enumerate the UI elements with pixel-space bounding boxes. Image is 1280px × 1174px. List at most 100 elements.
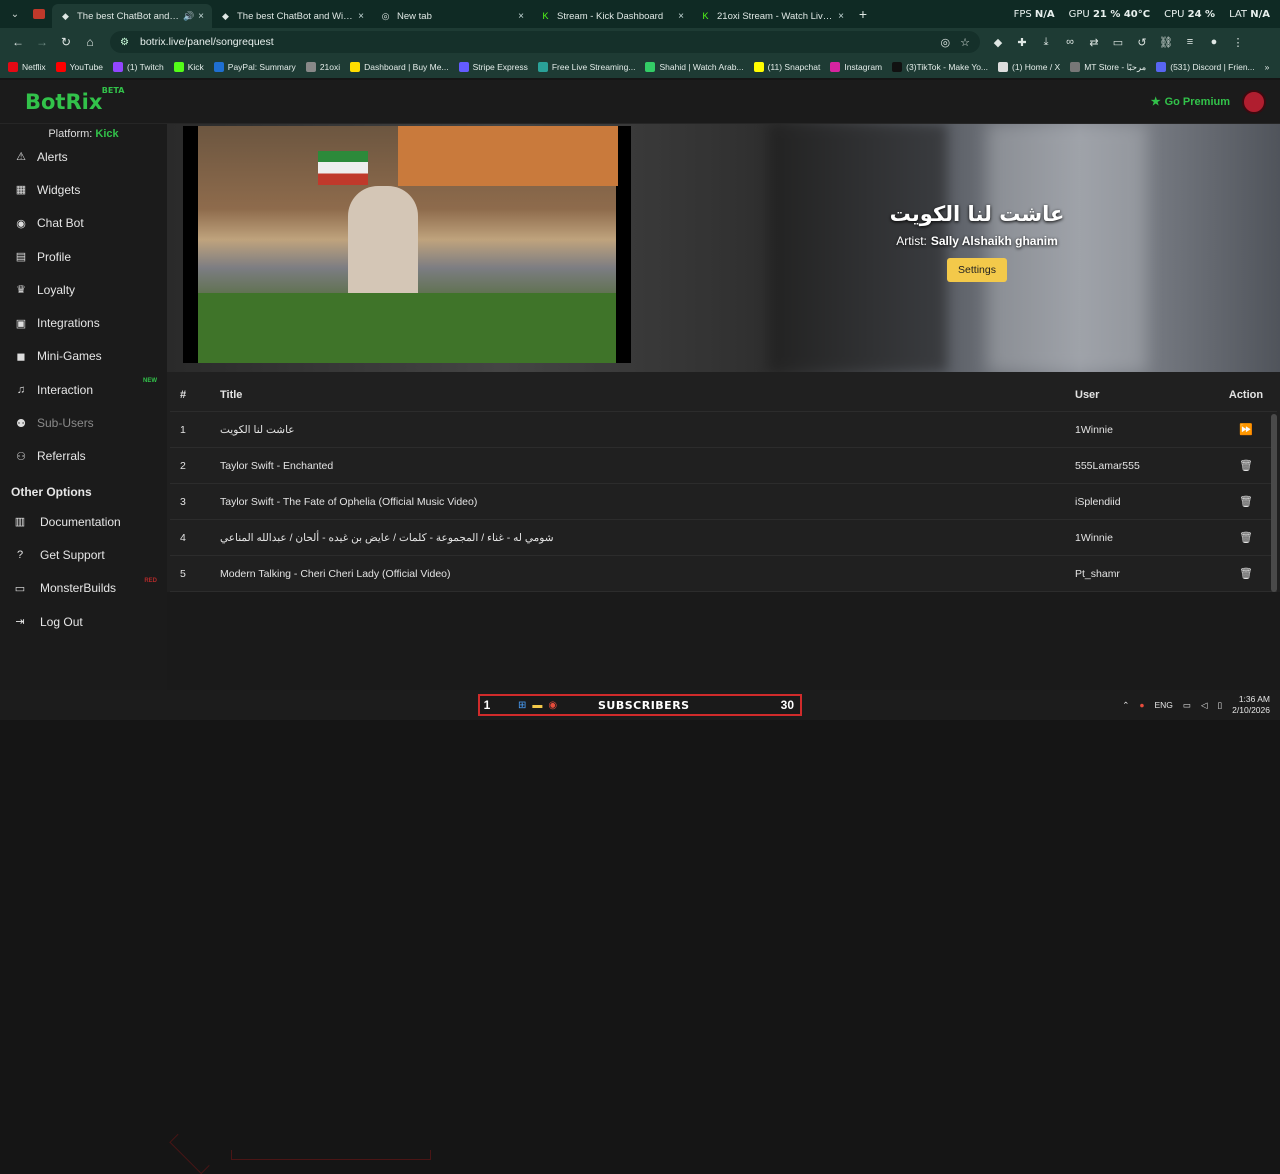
trash-icon[interactable]: 🗑 (1239, 460, 1253, 472)
bookmark-item[interactable]: Kick (173, 62, 204, 73)
tab-1[interactable]: ◆ The best ChatBot and Widg 🔊 × (52, 4, 212, 28)
sidebar-item-mini-games[interactable]: ◼ Mini-Games (0, 340, 167, 373)
video-frame (198, 126, 618, 363)
new-tab-button[interactable]: + (852, 6, 874, 22)
bookmark-item[interactable]: (1) Twitch (113, 62, 164, 73)
trash-icon[interactable]: 🗑 (1239, 496, 1253, 508)
close-tab-icon[interactable]: × (838, 11, 844, 22)
link-icon[interactable]: ∞ (1062, 36, 1078, 49)
queue-scrollbar[interactable] (1271, 414, 1277, 592)
network-icon[interactable]: ▭ (1183, 700, 1191, 711)
bookmark-item[interactable]: YouTube (55, 62, 103, 73)
row-number: 1 (180, 423, 186, 436)
sidebar-item-label: Mini-Games (37, 349, 102, 364)
extension-icon[interactable]: ◆ (990, 36, 1006, 49)
audio-playing-icon[interactable]: 🔊 (183, 11, 194, 22)
sidebar-item-widgets[interactable]: ▦ Widgets (0, 173, 167, 206)
windows-start-icon[interactable]: ⊞ (518, 700, 526, 711)
clock-time: 1:36 AM (1238, 694, 1270, 704)
trash-icon[interactable]: 🗑 (1239, 532, 1253, 544)
bookmark-item[interactable]: (11) Snapchat (753, 62, 820, 73)
bookmark-item[interactable]: (3)TikTok - Make Yo... (892, 62, 988, 73)
music-icon: ♫ (16, 383, 26, 396)
bookmark-item[interactable]: Netflix (8, 62, 46, 73)
browser-toolbar: ← → ↻ ⌂ ⚙ botrix.live/panel/songrequest … (0, 28, 1280, 56)
eye-off-icon[interactable]: ◎ (941, 36, 951, 49)
close-tab-icon[interactable]: × (358, 11, 364, 22)
microphone-icon[interactable]: ● (1139, 700, 1144, 710)
tab-list: ◆ The best ChatBot and Widg 🔊 × ◆ The best Ch… (52, 0, 852, 28)
bookmark-item[interactable]: (1) Home / X (998, 62, 1060, 73)
sidebar-item-chat-bot[interactable]: ◉ Chat Bot (0, 207, 167, 240)
tab-2[interactable]: ◆ The best ChatBot and Widgets × (212, 4, 372, 28)
close-tab-icon[interactable]: × (518, 11, 524, 22)
reading-list-icon[interactable]: ≡ (1182, 36, 1198, 49)
profile-icon[interactable]: ● (1206, 36, 1222, 49)
monitor-icon: ▭ (14, 582, 26, 595)
sidebar-option-documentation[interactable]: ▥ Documentation (0, 505, 167, 538)
close-tab-icon[interactable]: × (678, 11, 684, 22)
chrome-icon[interactable]: ◉ (548, 700, 557, 711)
chain-icon[interactable]: ⛓ (1158, 36, 1174, 49)
sidebar-option-monsterbuilds[interactable]: ▭ MonsterBuilds RED (0, 572, 167, 605)
bookmark-item[interactable]: Stripe Express (458, 62, 528, 73)
bookmark-item[interactable]: 21oxi (305, 62, 340, 73)
sidebar-item-integrations[interactable]: ▣ Integrations (0, 306, 167, 339)
bookmark-item[interactable]: PayPal: Summary (213, 62, 296, 73)
bookmark-label: Free Live Streaming... (551, 62, 636, 72)
trash-icon[interactable]: 🗑 (1239, 568, 1253, 580)
now-playing-banner: عاشت لنا الكويت Artist: Sally Alshaikh gh… (167, 124, 1280, 372)
go-premium-button[interactable]: ★ Go Premium (1151, 95, 1230, 109)
volume-icon[interactable]: ◁ (1201, 700, 1208, 711)
download-icon[interactable]: ⤓ (1038, 36, 1054, 49)
tab-4[interactable]: K Stream - Kick Dashboard × (532, 4, 692, 28)
sidebar-option-log-out[interactable]: ⇥ Log Out (0, 605, 167, 638)
bookmark-icon (753, 62, 764, 72)
close-tab-icon[interactable]: × (198, 11, 204, 22)
file-explorer-icon[interactable]: ▬ (532, 700, 542, 711)
sidebar-item-referrals[interactable]: ⚇ Referrals (0, 440, 167, 473)
address-bar[interactable]: ⚙ botrix.live/panel/songrequest ◎ ☆ (110, 31, 980, 53)
bookmark-item[interactable]: Free Live Streaming... (537, 62, 636, 73)
bookmark-item[interactable]: Dashboard | Buy Me... (350, 62, 449, 73)
sidebar-item-alerts[interactable]: ⚠ Alerts (0, 140, 167, 173)
settings-button[interactable]: Settings (947, 258, 1007, 282)
bookmark-item[interactable]: Shahid | Watch Arab... (645, 62, 744, 73)
language-indicator[interactable]: ENG (1154, 700, 1172, 710)
sidebar-nav: ⚠ Alerts ▦ Widgets ◉ Chat Bot ▤ Profile ♛ Loyalty… (0, 140, 167, 473)
site-info-icon[interactable]: ⚙ (120, 37, 134, 48)
bookmark-list: Netflix YouTube (1) Twitch Kick PayPal: Summ… (8, 62, 1265, 73)
video-player[interactable] (183, 126, 631, 363)
skip-forward-icon[interactable]: ⏩ (1239, 424, 1253, 436)
bookmarks-overflow-icon[interactable]: » (1265, 62, 1270, 72)
battery-icon[interactable]: ▯ (1217, 700, 1222, 711)
translate-icon[interactable]: ⇄ (1086, 36, 1102, 49)
row-number: 5 (180, 567, 186, 580)
sidebar-item-interaction[interactable]: ♫ Interaction NEW (0, 373, 167, 406)
tab-search-icon[interactable]: ⌄ (4, 3, 26, 25)
tray-overflow-icon[interactable]: ⌃ (1122, 700, 1129, 711)
pinned-tab[interactable] (26, 3, 52, 25)
puzzle-icon[interactable]: ✚ (1014, 36, 1030, 49)
bookmark-item[interactable]: MT Store - مرحبًا (1070, 62, 1146, 73)
menu-icon[interactable]: ⋮ (1230, 36, 1246, 49)
bookmark-item[interactable]: (531) Discord | Frien... (1156, 62, 1255, 73)
back-button[interactable]: ← (6, 30, 30, 54)
home-button[interactable]: ⌂ (78, 30, 102, 54)
sidebar-item-sub-users[interactable]: ⚉ Sub-Users (0, 406, 167, 439)
forward-button[interactable]: → (30, 30, 54, 54)
id-card-icon: ▤ (15, 251, 27, 264)
tab-5[interactable]: K 21oxi Stream - Watch Live on K × (692, 4, 852, 28)
botrix-logo[interactable]: BotRix BETA (25, 86, 124, 114)
clock[interactable]: 1:36 AM 2/10/2026 (1232, 694, 1270, 716)
history-icon[interactable]: ↺ (1134, 36, 1150, 49)
bookmark-star-icon[interactable]: ☆ (960, 36, 970, 49)
sidebar-option-get-support[interactable]: ? Get Support (0, 538, 167, 571)
sidebar-item-profile[interactable]: ▤ Profile (0, 240, 167, 273)
tab-3[interactable]: ◎ New tab × (372, 4, 532, 28)
avatar[interactable] (1242, 89, 1266, 114)
wallet-icon[interactable]: ▭ (1110, 36, 1126, 49)
bookmark-item[interactable]: Instagram (830, 62, 882, 73)
sidebar-item-loyalty[interactable]: ♛ Loyalty (0, 273, 167, 306)
reload-button[interactable]: ↻ (54, 30, 78, 54)
